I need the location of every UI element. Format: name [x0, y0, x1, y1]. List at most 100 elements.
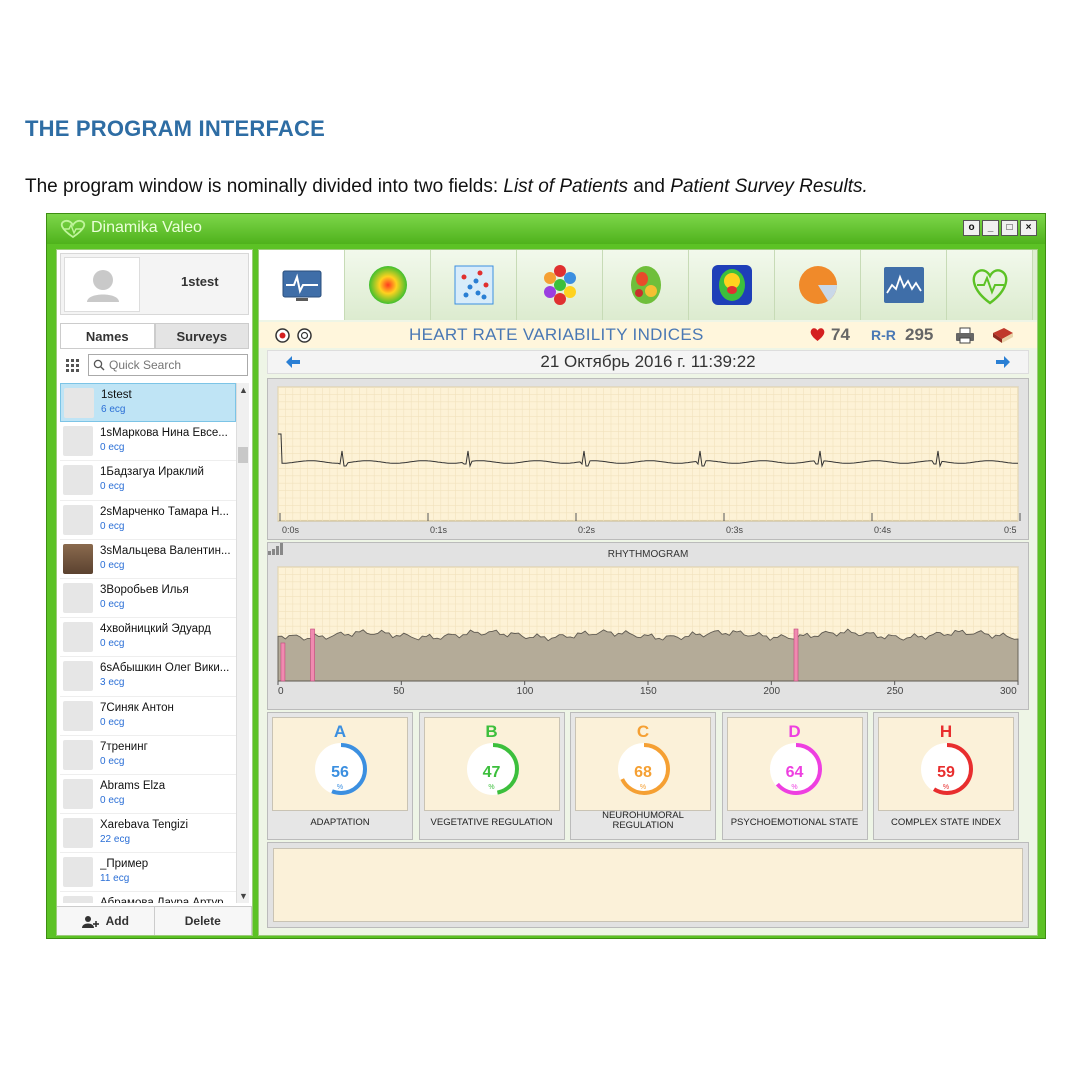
patient-row[interactable]: Xarebava Tengizi 22 ecg [60, 814, 236, 854]
patient-row[interactable]: 1Бадзагуа Ираклий 0 ecg [60, 461, 236, 501]
arrow-right-icon[interactable] [996, 356, 1010, 368]
rhythmogram-tick-label: 100 [517, 686, 534, 697]
avatar [63, 700, 93, 731]
patient-ecg-count: 0 ecg [100, 481, 125, 493]
scroll-up-icon[interactable]: ▲ [239, 385, 248, 395]
index-value: 64 [785, 764, 804, 781]
index-label: COMPLEX STATE INDEX [891, 817, 1001, 828]
tab-surveys[interactable]: Surveys [154, 323, 249, 349]
ecg-tick-label: 0:1s [430, 525, 448, 535]
add-label: Add [105, 914, 129, 928]
scrollbar[interactable]: ▲ ▼ [236, 383, 249, 903]
tab-spectrum-chart[interactable] [861, 250, 947, 320]
index-percent-sign: % [791, 784, 798, 791]
maximize-icon[interactable]: □ [1001, 220, 1018, 236]
patient-row[interactable]: 7Синяк Антон 0 ecg [60, 697, 236, 736]
user-silhouette-icon [87, 270, 119, 302]
record-icon[interactable] [275, 328, 290, 343]
close-icon[interactable]: × [1020, 220, 1037, 236]
rhythmogram-tick-label: 0 [278, 686, 284, 697]
patient-name: 2sМарченко Тамара Н... [100, 505, 229, 518]
brain-map-icon [631, 266, 661, 304]
avatar [64, 257, 140, 312]
index-letter: C [636, 722, 650, 741]
patient-ecg-count: 0 ecg [100, 520, 125, 532]
tab-heart-logo[interactable] [947, 250, 1033, 320]
tab-heat-circle[interactable] [345, 250, 431, 320]
patient-row[interactable]: 4хвойницкий Эдуард 0 ecg [60, 618, 236, 658]
patient-row[interactable]: 1stest 6 ecg [60, 383, 236, 423]
patient-row[interactable]: Абрамова Лаура Артур... [60, 892, 236, 903]
patient-row[interactable]: 7тренинг 0 ecg [60, 736, 236, 775]
avatar [63, 778, 93, 809]
index-gauge-area: A 56% [272, 717, 408, 811]
patient-row[interactable]: 2sМарченко Тамара Н... 0 ecg [60, 501, 236, 540]
book-icon[interactable] [992, 327, 1014, 344]
heart-icon [810, 328, 825, 341]
patient-ecg-count: 22 ecg [100, 834, 131, 846]
tab-face-map[interactable] [689, 250, 775, 320]
index-card[interactable]: H 59% COMPLEX STATE INDEX [873, 712, 1019, 840]
tab-names[interactable]: Names [60, 323, 155, 349]
delete-patient-button[interactable]: Delete [155, 907, 252, 935]
patient-row[interactable]: 3sМальцева Валентин... 0 ecg [60, 540, 236, 579]
patient-row[interactable]: 6sАбышкин Олег Вики... 3 ecg [60, 657, 236, 697]
paragraph-and: and [628, 176, 671, 197]
current-user-card[interactable]: 1stest [60, 253, 249, 315]
patient-row[interactable]: 3Воробьев Илья 0 ecg [60, 579, 236, 619]
tab-brain-map[interactable] [603, 250, 689, 320]
emphasis-patient-survey-results: Patient Survey Results. [670, 176, 868, 197]
patient-row[interactable]: Abrams Elza 0 ecg [60, 775, 236, 815]
tab-scatter-grid[interactable] [431, 250, 517, 320]
emphasis-list-of-patients: List of Patients [503, 176, 629, 197]
indices-header: HEART RATE VARIABILITY INDICES 74 R-R 29… [259, 322, 1037, 348]
rhythmogram-tick-label: 150 [640, 686, 657, 697]
patient-ecg-count: 0 ecg [100, 794, 125, 806]
document-heading: THE PROGRAM INTERFACE [25, 116, 325, 141]
patient-ecg-count: 0 ecg [100, 716, 125, 728]
minimize-icon[interactable]: _ [982, 220, 999, 236]
tab-ecg-monitor[interactable] [259, 250, 345, 320]
patient-name: Xarebava Tengizi [100, 819, 189, 832]
index-gauge-area: D 64% [726, 717, 863, 811]
title-bar[interactable]: Dinamika Valeo o _ □ × [47, 214, 1045, 244]
index-card[interactable]: C 68% NEUROHUMORAL REGULATION [570, 712, 716, 840]
index-value: 56 [331, 764, 349, 781]
print-icon[interactable] [955, 327, 975, 344]
patient-name: 4хвойницкий Эдуард [100, 623, 211, 636]
index-card[interactable]: B 47% VEGETATIVE REGULATION [418, 712, 565, 840]
patient-row[interactable]: _Пример 11 ecg [60, 853, 236, 893]
paragraph-text: The program window is nominally divided … [25, 176, 504, 197]
ecg-monitor-icon [282, 270, 322, 301]
avatar [63, 896, 93, 903]
search-box [88, 354, 248, 376]
patient-name: 1Бадзагуа Ираклий [100, 466, 204, 479]
search-input[interactable] [109, 357, 243, 373]
settings-icon[interactable]: o [963, 220, 980, 236]
rhythmogram-artifact-bar [310, 628, 315, 682]
patient-ecg-count: 3 ecg [100, 677, 125, 689]
rhythmogram-artifact-bar [280, 642, 286, 682]
avatar [63, 661, 93, 692]
avatar [63, 543, 93, 574]
avatar [63, 504, 93, 535]
grid-menu-icon[interactable] [66, 359, 79, 372]
patient-name: 7Синяк Антон [100, 701, 174, 714]
patient-row[interactable]: 1sМаркова Нина Евсе... 0 ecg [60, 422, 236, 462]
scroll-down-icon[interactable]: ▼ [239, 891, 248, 901]
index-percent-sign: % [942, 784, 950, 791]
index-label: PSYCHOEMOTIONAL STATE [730, 817, 859, 828]
notes-area[interactable] [273, 848, 1023, 922]
timer-icon[interactable] [297, 328, 312, 343]
scroll-thumb[interactable] [238, 447, 248, 463]
tab-pie-chart[interactable] [775, 250, 861, 320]
index-card[interactable]: A 56% ADAPTATION [267, 712, 413, 840]
index-card[interactable]: D 64% PSYCHOEMOTIONAL STATE [721, 712, 868, 840]
tab-hexagon-cluster[interactable] [517, 250, 603, 320]
index-percent-sign: % [336, 784, 344, 791]
ecg-chart: 0:0s 0:1s 0:2s 0:3s 0:4s 0:5 [277, 386, 1021, 535]
rhythmogram-tick-label: 50 [393, 686, 405, 697]
index-value: 68 [634, 764, 652, 781]
pie-chart-icon [799, 266, 837, 304]
add-patient-button[interactable]: Add [57, 907, 155, 935]
